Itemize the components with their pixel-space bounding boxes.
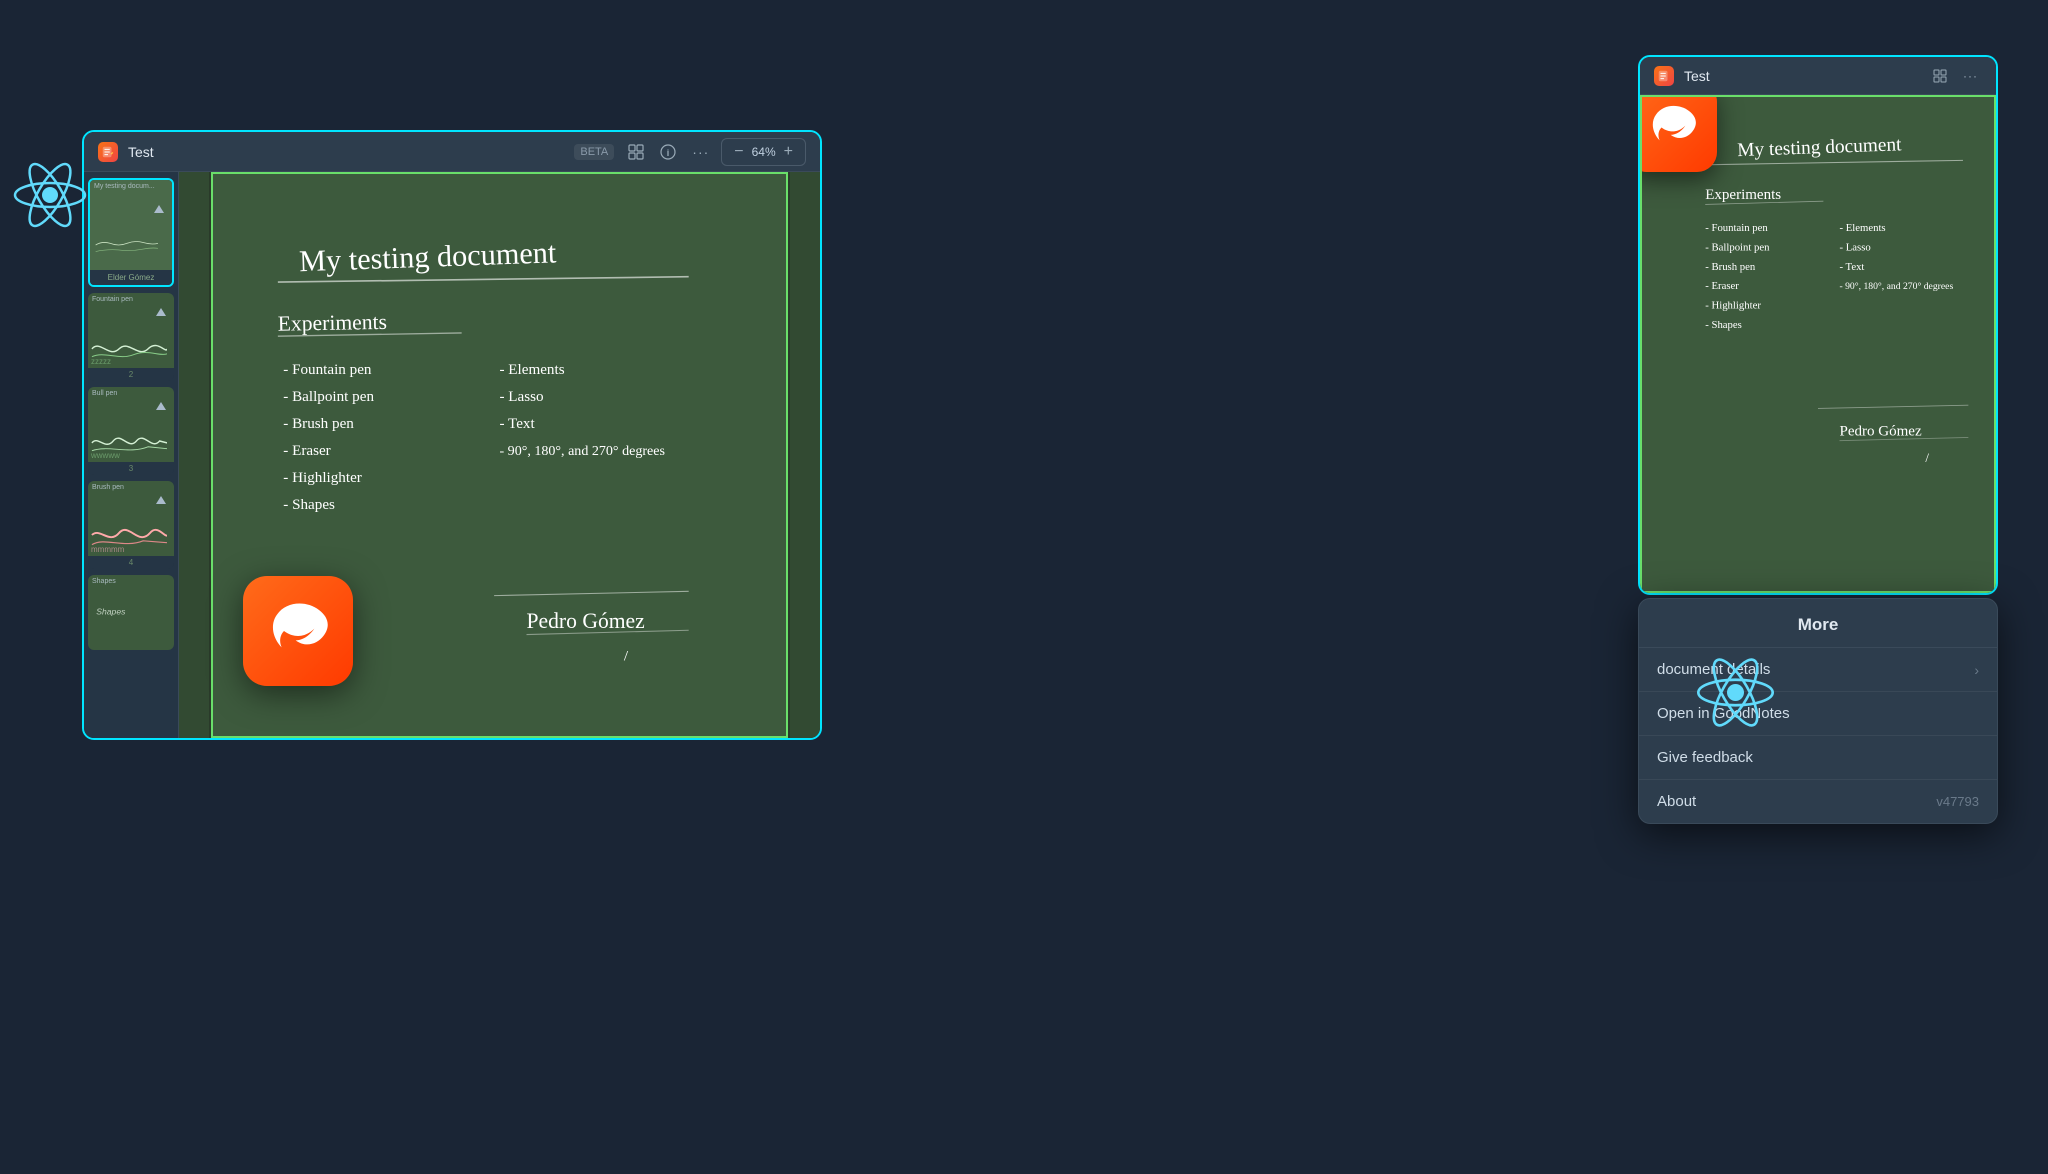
info-button[interactable]: i xyxy=(656,142,680,162)
more-panel-item-give-feedback[interactable]: Give feedback xyxy=(1639,736,1997,780)
svg-text:i: i xyxy=(667,148,670,158)
document-page: My testing document Experiments - Founta… xyxy=(211,172,788,738)
svg-text:- 90°, 180°, and 270° degrees: - 90°, 180°, and 270° degrees xyxy=(499,443,664,459)
svg-text:- Lasso: - Lasso xyxy=(1839,242,1870,254)
layout-button[interactable] xyxy=(624,142,648,162)
sidebar-page-4[interactable]: Brush pen mmmmm 4 xyxy=(88,481,174,569)
svg-text:- Eraser: - Eraser xyxy=(283,443,330,459)
svg-text:Shapes: Shapes xyxy=(96,607,126,617)
right-more-button[interactable]: ··· xyxy=(1959,67,1982,85)
svg-text:- Ballpoint pen: - Ballpoint pen xyxy=(283,389,374,405)
svg-text:- 90°, 180°, and 270° degrees: - 90°, 180°, and 270° degrees xyxy=(1839,281,1953,292)
svg-text:- Brush pen: - Brush pen xyxy=(283,416,354,432)
svg-text:- Eraser: - Eraser xyxy=(1705,280,1739,292)
svg-text:- Shapes: - Shapes xyxy=(283,497,335,513)
svg-text:- Text: - Text xyxy=(499,416,535,432)
swift-icon-main xyxy=(243,576,353,686)
svg-text:- Text: - Text xyxy=(1839,261,1864,273)
app-icon xyxy=(98,142,118,162)
more-panel: More document details › Open in GoodNote… xyxy=(1638,598,1998,824)
about-version: v47793 xyxy=(1936,794,1979,809)
svg-text:My testing document: My testing document xyxy=(299,235,558,278)
react-icon-right xyxy=(1693,650,1778,735)
beta-badge: BETA xyxy=(574,144,614,160)
main-window-title: Test xyxy=(128,144,564,160)
svg-text:- Elements: - Elements xyxy=(499,362,564,378)
about-label: About xyxy=(1657,793,1696,810)
main-window-titlebar: Test BETA i ··· − 64% + xyxy=(84,132,820,172)
sidebar-page-5[interactable]: Shapes Shapes xyxy=(88,575,174,650)
zoom-value: 64% xyxy=(752,145,776,159)
page-right-strip xyxy=(790,172,820,738)
svg-text:/: / xyxy=(624,648,629,664)
more-panel-header: More xyxy=(1639,599,1997,648)
sidebar-page-2[interactable]: Fountain pen zzzzz 2 xyxy=(88,293,174,381)
sidebar: My testing docum... Elder Gómez Fountain… xyxy=(84,172,179,738)
react-icon-left xyxy=(10,155,90,235)
zoom-out-button[interactable]: − xyxy=(730,141,747,163)
document-details-chevron: › xyxy=(1974,662,1979,678)
right-window-titlebar: Test ··· xyxy=(1640,57,1996,95)
zoom-in-button[interactable]: + xyxy=(780,141,797,163)
right-titlebar-controls: ··· xyxy=(1929,67,1982,85)
svg-text:Experiments: Experiments xyxy=(278,310,388,336)
sidebar-page-3[interactable]: Bull pen wwwww 3 xyxy=(88,387,174,475)
svg-text:Pedro Gómez: Pedro Gómez xyxy=(1839,423,1921,439)
svg-text:Pedro Gómez: Pedro Gómez xyxy=(527,609,645,633)
more-button[interactable]: ··· xyxy=(688,142,713,162)
svg-text:- Lasso: - Lasso xyxy=(499,389,543,405)
titlebar-controls: i ··· − 64% + xyxy=(624,138,806,166)
right-preview-window: Test ··· My testing document xyxy=(1638,55,1998,595)
right-window-title: Test xyxy=(1684,68,1919,84)
main-window: Test BETA i ··· − 64% + xyxy=(82,130,822,740)
svg-text:- Highlighter: - Highlighter xyxy=(283,470,362,486)
right-app-icon xyxy=(1654,66,1674,86)
svg-text:- Elements: - Elements xyxy=(1839,222,1885,234)
more-panel-title: More xyxy=(1657,615,1979,635)
right-grid-button[interactable] xyxy=(1929,67,1951,85)
svg-text:/: / xyxy=(1925,451,1929,465)
page-left-strip xyxy=(179,172,209,738)
svg-text:My testing document: My testing document xyxy=(1737,134,1903,161)
svg-text:- Highlighter: - Highlighter xyxy=(1705,300,1761,312)
svg-text:- Ballpoint pen: - Ballpoint pen xyxy=(1705,242,1770,254)
right-preview-content: My testing document Experiments - Founta… xyxy=(1640,95,1996,593)
svg-text:- Fountain pen: - Fountain pen xyxy=(1705,222,1768,234)
give-feedback-label: Give feedback xyxy=(1657,749,1753,766)
svg-text:- Brush pen: - Brush pen xyxy=(1705,261,1756,273)
window-body: My testing docum... Elder Gómez Fountain… xyxy=(84,172,820,738)
zoom-control: − 64% + xyxy=(721,138,806,166)
swift-icon-preview xyxy=(1640,95,1717,172)
main-content: My testing document Experiments - Founta… xyxy=(179,172,820,738)
sidebar-page-1[interactable]: My testing docum... Elder Gómez xyxy=(88,178,174,287)
svg-text:- Fountain pen: - Fountain pen xyxy=(283,362,372,378)
svg-text:- Shapes: - Shapes xyxy=(1705,319,1742,331)
svg-text:Experiments: Experiments xyxy=(1705,187,1781,203)
more-panel-item-about[interactable]: About v47793 xyxy=(1639,780,1997,823)
